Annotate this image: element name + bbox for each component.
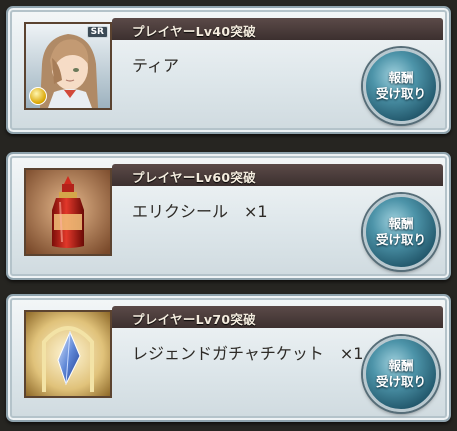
reward-requirement: プレイヤーLv60突破	[132, 170, 256, 185]
elixir-bottle-icon	[24, 168, 112, 256]
reward-header: プレイヤーLv70突破	[112, 306, 443, 328]
claim-reward-button[interactable]: 報酬 受け取り	[363, 48, 439, 124]
claim-label-line1: 報酬	[388, 358, 414, 373]
claim-label-line2: 受け取り	[375, 86, 426, 101]
reward-requirement: プレイヤーLv70突破	[132, 312, 256, 327]
reward-requirement: プレイヤーLv40突破	[132, 24, 256, 39]
reward-name: ティア	[132, 56, 180, 75]
reward-name: エリクシール ×1	[132, 202, 268, 221]
element-light-icon	[29, 87, 47, 105]
claim-label-line2: 受け取り	[375, 232, 426, 247]
reward-header: プレイヤーLv60突破	[112, 164, 443, 186]
claim-reward-button[interactable]: 報酬 受け取り	[363, 336, 439, 412]
claim-label-line1: 報酬	[388, 70, 414, 85]
claim-label-line1: 報酬	[388, 216, 414, 231]
reward-card: プレイヤーLv70突破 レジェンドガチャチケット ×1 報酬 受け取り	[6, 294, 451, 422]
claim-label-line2: 受け取り	[375, 374, 426, 389]
reward-list: SR プレイヤーLv40突破 ティア 報酬 受け取り プレイヤーLv60突破 エ…	[0, 0, 457, 431]
reward-card: SR プレイヤーLv40突破 ティア 報酬 受け取り	[6, 6, 451, 134]
reward-card: プレイヤーLv60突破 エリクシール ×1 報酬 受け取り	[6, 152, 451, 280]
rarity-badge: SR	[86, 26, 108, 38]
reward-header: プレイヤーLv40突破	[112, 18, 443, 40]
gacha-ticket-crystal-icon	[24, 310, 112, 398]
claim-reward-button[interactable]: 報酬 受け取り	[363, 194, 439, 270]
reward-name: レジェンドガチャチケット ×1	[132, 344, 364, 363]
character-portrait-icon: SR	[24, 22, 112, 110]
